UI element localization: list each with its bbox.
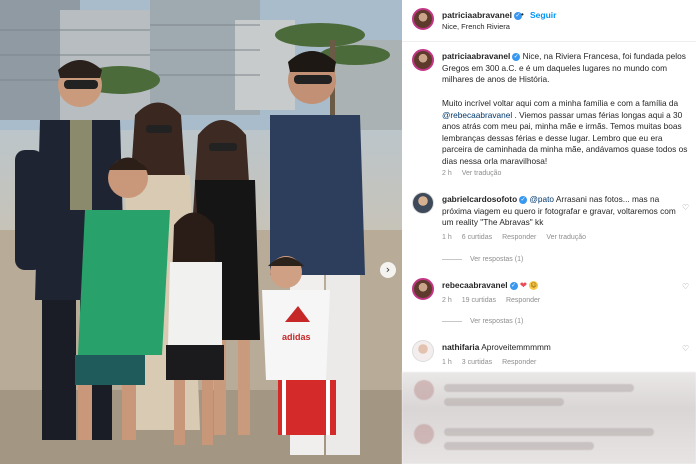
view-replies-rebeca[interactable]: Ver respostas (1) (442, 318, 523, 325)
comment-likes[interactable]: 6 curtidas (462, 234, 492, 241)
caption-avatar[interactable] (412, 49, 434, 71)
comment-meta-rebeca: 2 h 19 curtidas Responder (442, 297, 550, 304)
author-avatar[interactable] (412, 8, 434, 30)
comments-panel: patriciaabravanel ✓ • Seguir Nice, French… (402, 0, 696, 464)
comment-likes[interactable]: 19 curtidas (462, 297, 496, 304)
caption-meta: 2 h Ver tradução (442, 170, 511, 177)
like-comment-icon[interactable]: ♡ (682, 203, 689, 212)
comment-mention-pato[interactable]: @pato (529, 194, 554, 204)
post-photo[interactable]: adidas › (0, 0, 402, 464)
post-location[interactable]: Nice, French Riviera (442, 22, 510, 31)
comment-likes[interactable]: 3 curtidas (462, 359, 492, 366)
comment-meta-nathi: 1 h 3 curtidas Responder (442, 359, 546, 366)
follow-button[interactable]: Seguir (530, 10, 556, 20)
family-photo-illustration: adidas (0, 0, 402, 464)
reply-button[interactable]: Responder (506, 297, 540, 304)
blurred-comments-region (402, 372, 696, 464)
comment-avatar-gabriel[interactable] (412, 192, 434, 214)
view-replies-gabriel[interactable]: Ver respostas (1) (442, 256, 523, 263)
author-username[interactable]: patriciaabravanel ✓ (442, 10, 522, 20)
comment-username-nathi[interactable]: nathifaria (442, 342, 479, 352)
comment-text-nathi: nathifaria Aproveitemmmmm (442, 342, 680, 354)
comment-time: 2 h (442, 297, 452, 304)
author-username-text[interactable]: patriciaabravanel (442, 10, 512, 20)
blurred-text-line (444, 398, 564, 406)
translate-link[interactable]: Ver tradução (546, 234, 586, 241)
blurred-text-line (444, 442, 594, 450)
comment-username-gabriel[interactable]: gabrielcardosofoto (442, 194, 517, 204)
blurred-avatar (414, 380, 434, 400)
caption-text: patriciaabravanel ✓ Nice, na Riviera Fran… (442, 51, 690, 86)
caption-mention-link[interactable]: @rebecaabravanel (442, 110, 512, 120)
verified-icon: ✓ (519, 195, 528, 204)
like-comment-icon[interactable]: ♡ (682, 282, 689, 291)
comment-username-rebeca[interactable]: rebecaabravanel (442, 280, 508, 290)
comment-text-rebeca: rebecaabravanel ✓ ❤ ☺ (442, 280, 680, 292)
post-header: patriciaabravanel ✓ • Seguir Nice, French… (402, 0, 696, 42)
caption-text-2: Muito incrível voltar aqui com a minha f… (442, 98, 692, 167)
blurred-avatar (414, 424, 434, 444)
reply-button[interactable]: Responder (502, 234, 536, 241)
separator-dot: • (521, 10, 524, 19)
verified-icon: ✓ (509, 281, 518, 290)
caption-translate-link[interactable]: Ver tradução (462, 170, 502, 177)
next-photo-button[interactable]: › (380, 262, 396, 278)
comment-text-gabriel: gabrielcardosofoto ✓ @pato Arrasani nas f… (442, 194, 680, 229)
blurred-text-line (444, 428, 654, 436)
red-heart-emoji-icon: ❤ (519, 280, 527, 290)
smile-emoji-icon: ☺ (529, 281, 539, 291)
comment-time: 1 h (442, 234, 452, 241)
like-comment-icon[interactable]: ♡ (682, 344, 689, 353)
verified-icon: ✓ (512, 52, 521, 61)
comment-body-nathi: Aproveitemmmmm (481, 342, 551, 352)
comment-time: 1 h (442, 359, 452, 366)
reply-button[interactable]: Responder (502, 359, 536, 366)
caption-paragraph-2-start: Muito incrível voltar aqui com a minha f… (442, 98, 679, 108)
comment-meta-gabriel: 1 h 6 curtidas Responder Ver tradução (442, 234, 596, 241)
blurred-text-line (444, 384, 634, 392)
shirt-logo-text: adidas (282, 332, 311, 342)
comment-avatar-nathi[interactable] (412, 340, 434, 362)
caption-time: 2 h (442, 170, 452, 177)
caption-username[interactable]: patriciaabravanel (442, 51, 510, 61)
comment-avatar-rebeca[interactable] (412, 278, 434, 300)
